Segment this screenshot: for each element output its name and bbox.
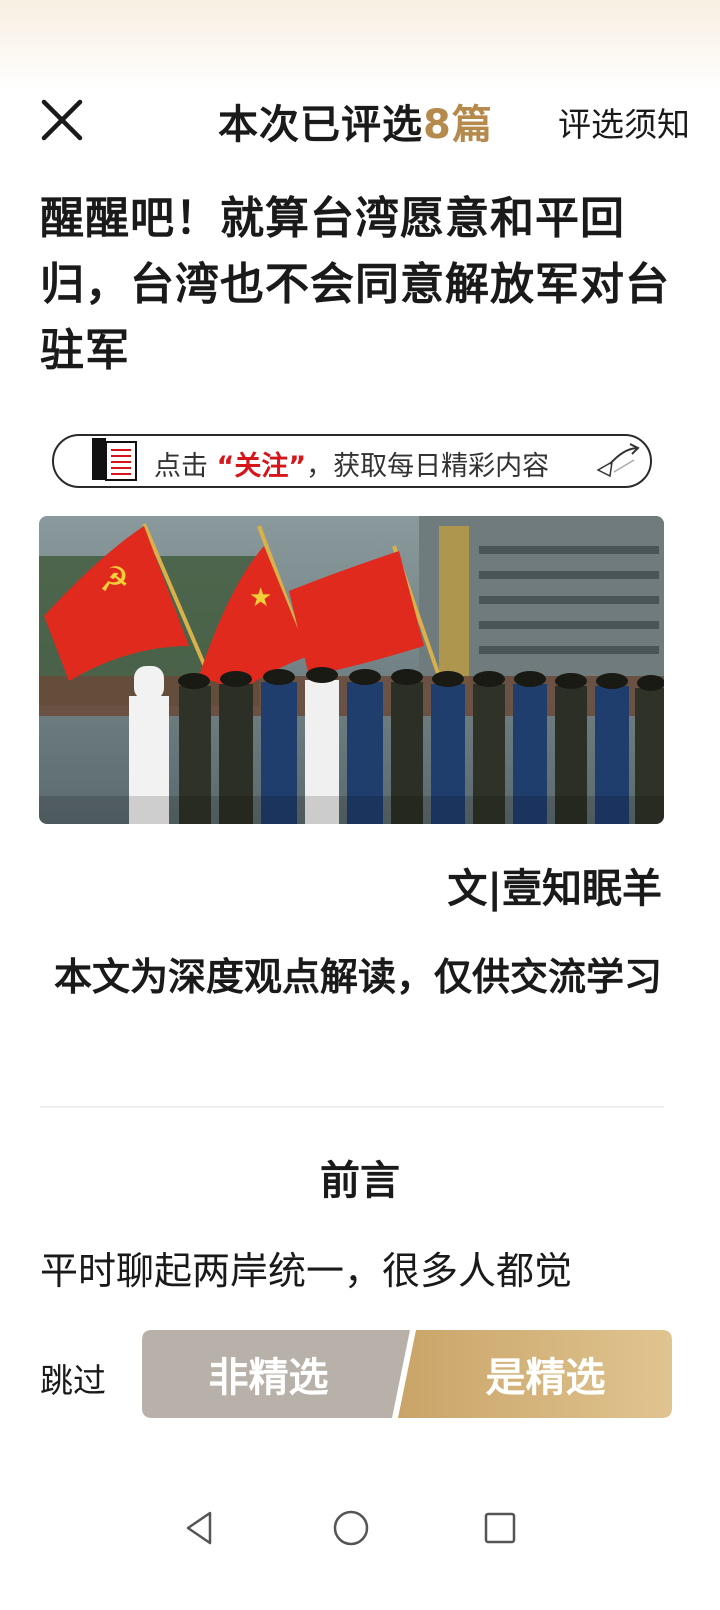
svg-text:★: ★ <box>249 583 272 613</box>
close-button[interactable] <box>36 94 88 146</box>
top-gradient <box>0 0 720 90</box>
choice-group: 非精选 是精选 <box>142 1330 672 1418</box>
nav-back-button[interactable] <box>180 1508 220 1548</box>
action-bar: 跳过 非精选 是精选 <box>0 1330 720 1418</box>
body-paragraph: 平时聊起两岸统一，很多人都觉 <box>40 1249 573 1293</box>
banner-suffix: ，获取每日精彩内容 <box>306 451 550 482</box>
section-heading: 前言 <box>320 1158 400 1204</box>
svg-text:☭: ☭ <box>99 560 129 600</box>
nav-home-button[interactable] <box>331 1508 371 1548</box>
guide-link[interactable]: 评选须知 <box>558 98 690 146</box>
disclaimer-text: 本文为深度观点解读，仅供交流学习 <box>53 955 662 999</box>
home-circle-icon <box>333 1510 369 1546</box>
non-select-button[interactable]: 非精选 <box>142 1330 407 1418</box>
pointer-icon <box>594 442 642 482</box>
divider <box>40 1106 664 1108</box>
banner-prefix: 点击 <box>154 451 208 482</box>
article-title: 醒醒吧！就算台湾愿意和平回归，台湾也不会同意解放军对台驻军 <box>40 193 670 376</box>
selected-count: 8篇 <box>423 102 493 148</box>
banner-highlight: “关注” <box>216 451 307 482</box>
system-nav-bar <box>0 1490 720 1570</box>
title-prefix: 本次已评选 <box>218 102 423 148</box>
book-icon <box>88 436 140 484</box>
select-button[interactable]: 是精选 <box>407 1330 672 1418</box>
back-triangle-icon <box>186 1511 212 1545</box>
header: 本次已评选8篇 评选须知 <box>0 80 720 160</box>
skip-button[interactable]: 跳过 <box>40 1354 106 1402</box>
close-icon <box>41 99 83 141</box>
recents-square-icon <box>484 1512 516 1544</box>
follow-banner[interactable]: 点击 “关注”，获取每日精彩内容 <box>52 434 652 488</box>
page-title: 本次已评选8篇 <box>218 92 493 150</box>
nav-recents-button[interactable] <box>480 1508 520 1548</box>
follow-banner-text: 点击 “关注”，获取每日精彩内容 <box>154 444 549 483</box>
author-byline: 文|壹知眠羊 <box>447 866 662 912</box>
hero-image: ☭ ★ <box>39 516 664 824</box>
